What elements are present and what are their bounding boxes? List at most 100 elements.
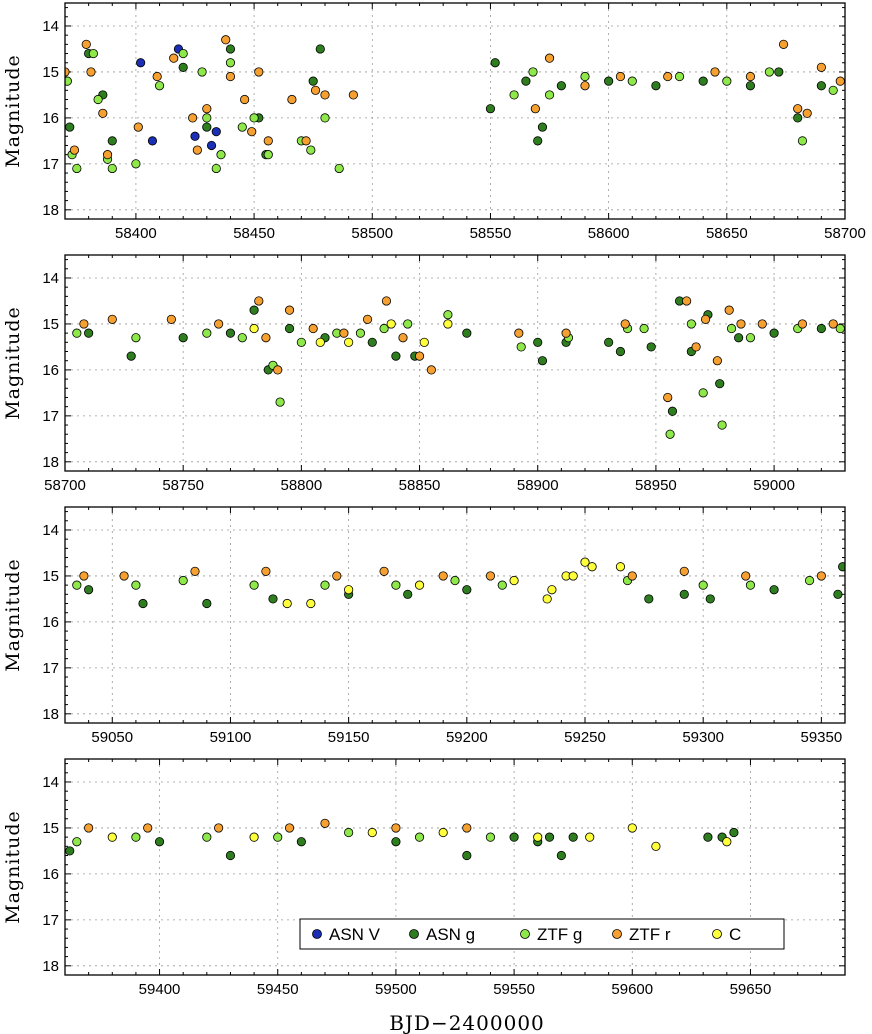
point-asn-g bbox=[225, 44, 236, 54]
point-asn-g bbox=[367, 337, 377, 347]
point-ztf-r bbox=[261, 333, 271, 343]
panel-1: 58400 58450 58500 58550 58600 58650 58700 14 15 1… bbox=[2, 2, 866, 242]
point-ztf-g bbox=[497, 580, 507, 590]
x-tick-label: 58550 bbox=[470, 225, 512, 242]
point-ztf-g bbox=[355, 328, 366, 338]
y-axis-label: Magnitude bbox=[2, 810, 24, 924]
point-asn-g bbox=[556, 850, 566, 861]
point-ztf-g bbox=[197, 67, 207, 77]
x-tick-label: 59050 bbox=[91, 729, 133, 746]
point-ztf-g bbox=[202, 113, 212, 123]
point-ztf-g bbox=[320, 580, 330, 590]
point-ztf-r bbox=[816, 571, 826, 581]
point-asn-g bbox=[462, 585, 472, 595]
y-tick-label: 17 bbox=[42, 660, 59, 677]
y-tick-label: 14 bbox=[42, 18, 59, 35]
point-ztf-g bbox=[263, 150, 273, 160]
point-ztf-r bbox=[152, 71, 162, 82]
point-asn-g bbox=[521, 76, 531, 86]
point-c bbox=[509, 575, 519, 586]
point-ztf-g bbox=[306, 145, 316, 155]
point-ztf-r bbox=[81, 39, 91, 49]
point-asn-g bbox=[705, 594, 715, 604]
legend-marker bbox=[409, 929, 419, 939]
point-asn-v bbox=[206, 140, 217, 151]
point-ztf-g bbox=[131, 832, 141, 842]
point-ztf-r bbox=[514, 328, 524, 338]
point-ztf-g bbox=[528, 67, 538, 77]
point-ztf-r bbox=[663, 392, 673, 403]
point-ztf-g bbox=[72, 837, 82, 847]
point-ztf-g bbox=[726, 323, 737, 334]
point-ztf-g bbox=[450, 575, 460, 586]
point-ztf-r bbox=[816, 62, 826, 72]
x-tick-label: 59150 bbox=[328, 729, 370, 746]
point-ztf-g bbox=[131, 580, 141, 590]
legend-label: ASN g bbox=[426, 925, 475, 944]
point-asn-g bbox=[537, 122, 548, 132]
point-ztf-g bbox=[216, 150, 226, 160]
point-ztf-r bbox=[828, 319, 838, 329]
point-ztf-g bbox=[249, 113, 259, 123]
point-ztf-g bbox=[154, 81, 165, 91]
point-ztf-r bbox=[192, 145, 202, 155]
point-ztf-r bbox=[310, 85, 321, 95]
point-ztf-g bbox=[403, 319, 413, 329]
point-ztf-r bbox=[544, 53, 555, 63]
x-tick-label: 58400 bbox=[115, 225, 157, 242]
x-tick-label: 59200 bbox=[446, 729, 488, 746]
point-ztf-g bbox=[717, 420, 727, 430]
point-ztf-g bbox=[88, 48, 98, 59]
point-c bbox=[249, 323, 259, 334]
point-ztf-g bbox=[443, 310, 453, 320]
point-ztf-g bbox=[698, 580, 708, 590]
point-asn-g bbox=[667, 406, 678, 416]
legend-label: ASN V bbox=[329, 925, 381, 944]
point-ztf-g bbox=[225, 58, 236, 68]
x-tick-label: 58950 bbox=[635, 477, 677, 494]
point-c bbox=[722, 837, 732, 847]
point-ztf-g bbox=[334, 163, 344, 174]
point-asn-v bbox=[211, 127, 221, 137]
point-ztf-g bbox=[509, 90, 519, 100]
point-ztf-r bbox=[391, 823, 401, 833]
point-asn-g bbox=[729, 827, 739, 838]
point-c bbox=[587, 562, 597, 572]
point-ztf-g bbox=[72, 163, 82, 174]
point-c bbox=[615, 562, 626, 572]
y-tick-label: 16 bbox=[42, 866, 59, 883]
point-asn-g bbox=[816, 81, 826, 91]
panel-frame bbox=[64, 506, 846, 724]
point-ztf-r bbox=[308, 323, 318, 334]
legend-marker bbox=[712, 929, 722, 939]
point-ztf-r bbox=[362, 314, 373, 324]
x-tick-label: 59550 bbox=[493, 981, 535, 998]
point-c bbox=[585, 832, 595, 842]
point-asn-g bbox=[509, 832, 519, 842]
point-ztf-r bbox=[202, 104, 212, 114]
x-tick-label: 58450 bbox=[233, 225, 275, 242]
point-c bbox=[344, 585, 354, 595]
point-ztf-r bbox=[348, 90, 358, 100]
point-ztf-r bbox=[254, 296, 264, 306]
legend-label: C bbox=[729, 925, 741, 944]
point-ztf-r bbox=[438, 571, 448, 581]
point-ztf-r bbox=[133, 122, 143, 132]
point-ztf-g bbox=[414, 832, 425, 842]
y-tick-label: 15 bbox=[42, 316, 59, 333]
point-ztf-g bbox=[665, 429, 675, 439]
data-points bbox=[72, 557, 845, 609]
point-ztf-r bbox=[741, 571, 751, 581]
y-axis-label: Magnitude bbox=[2, 54, 24, 168]
x-tick-label: 59000 bbox=[753, 477, 795, 494]
point-ztf-r bbox=[710, 67, 720, 77]
point-ztf-r bbox=[615, 71, 626, 82]
y-tick-label: 14 bbox=[42, 774, 59, 791]
point-ztf-r bbox=[620, 319, 630, 329]
point-asn-g bbox=[485, 104, 496, 114]
point-asn-g bbox=[833, 589, 843, 599]
point-ztf-r bbox=[284, 823, 295, 833]
point-ztf-r bbox=[793, 104, 803, 114]
point-ztf-r bbox=[214, 823, 224, 833]
point-ztf-r bbox=[190, 566, 200, 576]
